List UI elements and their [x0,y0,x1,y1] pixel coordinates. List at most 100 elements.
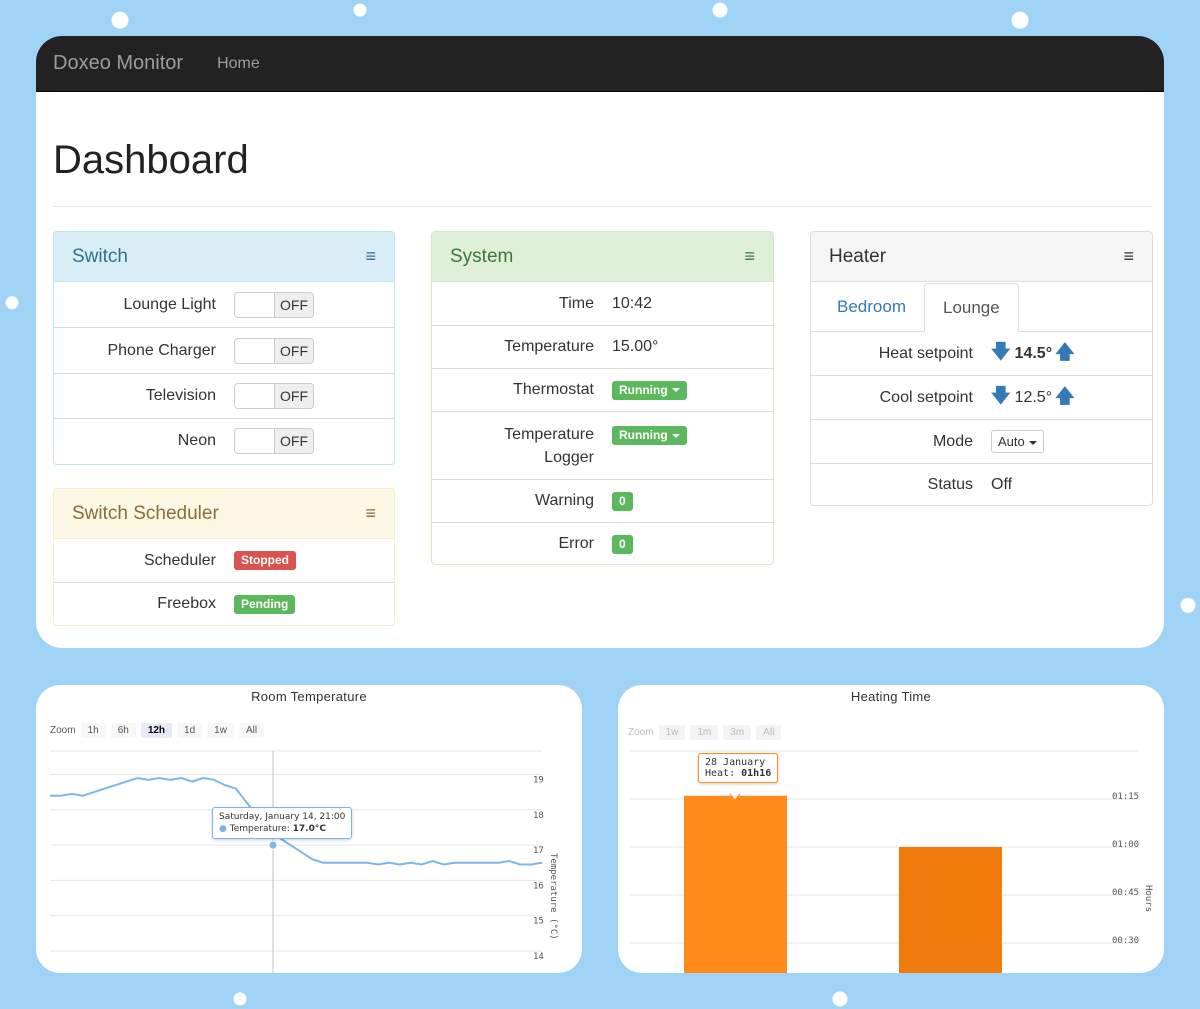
y-tick-label: 16 [533,881,544,891]
series-dot-icon: ● [219,824,227,834]
tooltip-series: Temperature: [229,824,290,834]
cool-setpoint-value: 12.5° [1014,388,1053,406]
heater-row-mode: Mode Auto [811,419,1152,463]
toggle-state: OFF [275,429,313,453]
bar [899,847,1002,973]
y-tick-label: 00:45 [1112,888,1139,898]
scheduler-row: Freebox Pending [54,582,394,625]
chart-tooltip: Saturday, January 14, 21:00 ● Temperatur… [212,807,353,839]
switch-panel-title: Switch [72,245,128,267]
switch-toggle[interactable]: OFF [234,383,314,409]
heater-panel-title: Heater [829,245,887,267]
status-badge[interactable]: Stopped [234,551,296,570]
heater-list: Heat setpoint 🡇 14.5° 🡅 Cool setpoint 🡇 … [811,332,1152,506]
switch-toggle[interactable]: OFF [234,291,314,318]
error-count-badge[interactable]: 0 [612,534,633,554]
switch-toggle[interactable]: OFF [234,337,314,364]
heating-chart-plot[interactable]: 00:30 00:45 01:00 01:15 Hours [618,685,1164,973]
room-temperature-card: Room Temperature Zoom 1h 6h 12h 1d 1w Al… [36,685,582,973]
menu-icon[interactable]: ≡ [744,246,755,267]
title-divider [53,206,1152,207]
warning-label: Warning [535,492,594,509]
tooltip-series: Heat: [705,768,736,779]
heater-panel-heading: Heater ≡ [811,232,1152,282]
arrow-down-icon[interactable]: 🡇 [991,338,1011,370]
y-tick-label: 15 [533,917,544,927]
time-label: Time [559,294,594,312]
thermostat-dropdown[interactable]: Running [612,380,687,400]
tab-lounge[interactable]: Lounge [923,283,1019,332]
heater-row-cool: Cool setpoint 🡇 12.5° 🡅 [811,375,1152,419]
tooltip-date: 28 January [705,757,766,768]
logger-dropdown[interactable]: Running [612,426,687,445]
mode-value: Auto [998,434,1025,449]
menu-icon[interactable]: ≡ [365,503,376,524]
scheduler-label: Freebox [157,595,216,612]
thermostat-status: Running [619,382,668,397]
scheduler-row: Scheduler Stopped [54,539,394,582]
mode-select[interactable]: Auto [991,430,1044,453]
temperature-label: Temperature [504,338,594,355]
switch-panel-heading: Switch ≡ [54,232,394,282]
heating-time-card: Heating Time Zoom 1w 1m 3m All 00:30 00:4… [618,685,1164,973]
arrow-up-icon[interactable]: 🡅 [1055,382,1075,414]
logger-label: Temperature Logger [504,426,594,466]
system-list: Time 10:42 Temperature 15.00° Thermostat… [432,282,773,565]
heater-tabs: Bedroom Lounge [811,282,1152,332]
switch-row: Television OFF [54,373,394,418]
switch-row: Phone Charger OFF [54,327,394,373]
arrow-down-icon[interactable]: 🡇 [991,382,1011,414]
time-value: 10:42 [612,294,653,312]
heater-panel: Heater ≡ Bedroom Lounge Heat setpoint 🡇 … [810,231,1153,506]
y-tick-label: 19 [533,776,544,786]
heat-setpoint-label: Heat setpoint [878,344,973,362]
toggle-state: OFF [275,338,313,363]
system-panel: System ≡ Time 10:42 Temperature 15.00° T… [431,231,774,565]
status-badge[interactable]: Pending [234,594,296,614]
error-label: Error [558,535,594,552]
tooltip-value: 17.0°C [292,824,326,834]
highlight-point [268,840,278,850]
scheduler-list: Scheduler Stopped Freebox Pending [54,539,394,625]
tab-bedroom[interactable]: Bedroom [819,283,924,331]
system-row-error: Error 0 [432,522,773,565]
heater-row-heat: Heat setpoint 🡇 14.5° 🡅 [811,332,1152,375]
switch-label: Television [145,387,216,404]
switch-panel: Switch ≡ Lounge Light OFF Phone Charger … [53,231,395,465]
switch-toggle[interactable]: OFF [234,428,314,454]
y-tick-label: 01:15 [1112,792,1139,802]
y-tick-label: 14 [533,952,544,962]
y-tick-label: 18 [533,811,544,821]
status-label: Status [927,476,973,493]
brand-link[interactable]: Doxeo Monitor [53,52,183,75]
y-tick-label: 17 [533,846,544,856]
system-panel-heading: System ≡ [432,232,773,282]
status-value: Off [991,476,1013,493]
system-row-logger: Temperature Logger Running [432,411,773,479]
y-tick-label: 00:30 [1112,936,1139,946]
warning-count-badge[interactable]: 0 [612,491,633,511]
switch-label: Lounge Light [123,295,216,313]
caret-down-icon [1028,440,1037,445]
toggle-state: OFF [275,292,313,317]
menu-icon[interactable]: ≡ [365,246,376,267]
scheduler-panel: Switch Scheduler ≡ Scheduler Stopped Fre… [53,488,395,626]
thermostat-label: Thermostat [513,381,594,398]
scheduler-label: Scheduler [143,551,216,569]
switch-list: Lounge Light OFF Phone Charger OFF Telev… [54,282,394,463]
mode-label: Mode [932,432,973,450]
menu-icon[interactable]: ≡ [1123,246,1134,267]
switch-label: Phone Charger [107,341,216,359]
caret-down-icon [671,433,680,438]
scheduler-panel-title: Switch Scheduler [72,502,219,524]
switch-row: Lounge Light OFF [54,282,394,327]
switch-label: Neon [177,432,216,449]
caret-down-icon [671,388,680,393]
tooltip-date: Saturday, January 14, 21:00 [219,812,346,822]
navbar: Doxeo Monitor Home [36,36,1164,92]
nav-home-link[interactable]: Home [217,55,260,73]
toggle-state: OFF [275,384,313,408]
scheduler-panel-heading: Switch Scheduler ≡ [54,489,394,539]
system-panel-title: System [450,245,514,267]
arrow-up-icon[interactable]: 🡅 [1055,338,1075,370]
